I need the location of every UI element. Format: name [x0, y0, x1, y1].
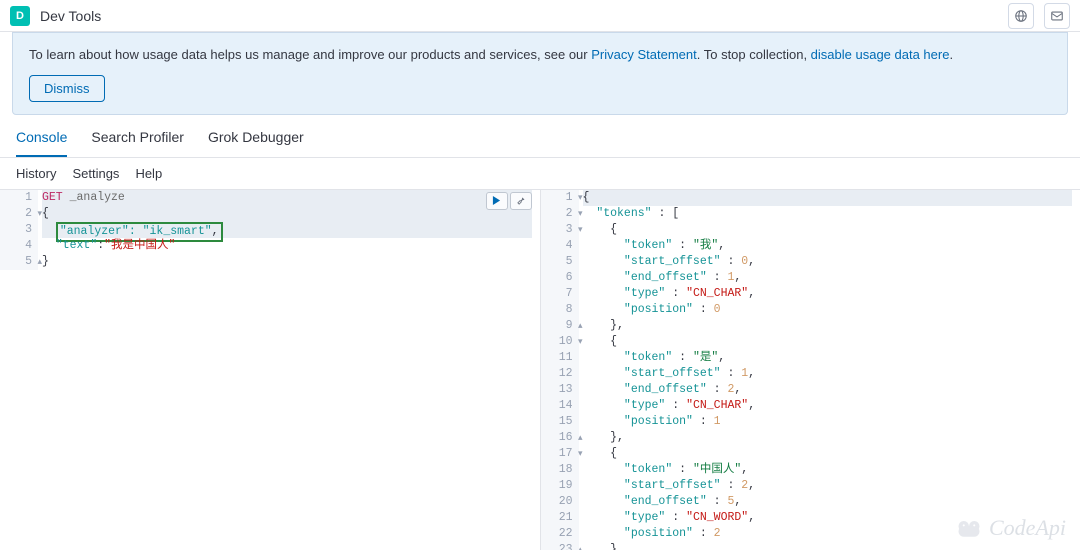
text-key: "text" [56, 239, 97, 252]
editor-area: 1 2▾ 3 4 5▴ GET _analyze { "analyzer": "… [0, 190, 1080, 550]
notice-middle: . To stop collection, [697, 47, 811, 62]
analyzer-kv: "analyzer": "ik_smart" [60, 225, 212, 238]
app-logo-icon: D [10, 6, 30, 26]
request-pane[interactable]: 1 2▾ 3 4 5▴ GET _analyze { "analyzer": "… [0, 190, 540, 550]
request-code[interactable]: GET _analyze { "analyzer": "ik_smart", "… [42, 190, 540, 270]
globe-icon[interactable] [1008, 3, 1034, 29]
method-keyword: GET [42, 191, 63, 204]
request-gutter: 1 2▾ 3 4 5▴ [0, 190, 38, 270]
tab-bar: Console Search Profiler Grok Debugger [0, 115, 1080, 158]
response-gutter: 1▾2▾3▾456789▴10▾111213141516▴17▾18192021… [541, 190, 579, 550]
mail-icon[interactable] [1044, 3, 1070, 29]
response-pane[interactable]: ⋮⋮ 1▾2▾3▾456789▴10▾111213141516▴17▾18192… [540, 190, 1080, 550]
toolbar-help[interactable]: Help [135, 166, 162, 181]
toolbar-settings[interactable]: Settings [72, 166, 119, 181]
privacy-link[interactable]: Privacy Statement [591, 47, 697, 62]
notice-prefix: To learn about how usage data helps us m… [29, 47, 591, 62]
dismiss-button[interactable]: Dismiss [29, 75, 105, 102]
text-value: "我是中国人" [104, 239, 175, 252]
wrench-icon[interactable] [510, 192, 532, 210]
console-toolbar: History Settings Help [0, 158, 1080, 190]
notice-suffix: . [949, 47, 953, 62]
run-controls [486, 192, 532, 210]
toolbar-history[interactable]: History [16, 166, 56, 181]
notice-text: To learn about how usage data helps us m… [29, 45, 1051, 65]
app-header: D Dev Tools [0, 0, 1080, 32]
usage-notice: To learn about how usage data helps us m… [12, 32, 1068, 115]
tab-console[interactable]: Console [16, 129, 67, 157]
page-title: Dev Tools [40, 8, 101, 24]
disable-link[interactable]: disable usage data here [811, 47, 950, 62]
header-right [1008, 3, 1070, 29]
response-code: { "tokens" : [ { "token" : "我", "start_o… [583, 190, 1080, 550]
endpoint: _analyze [70, 191, 125, 204]
tab-search-profiler[interactable]: Search Profiler [91, 129, 184, 157]
play-icon[interactable] [486, 192, 508, 210]
tab-grok-debugger[interactable]: Grok Debugger [208, 129, 304, 157]
header-left: D Dev Tools [10, 6, 101, 26]
